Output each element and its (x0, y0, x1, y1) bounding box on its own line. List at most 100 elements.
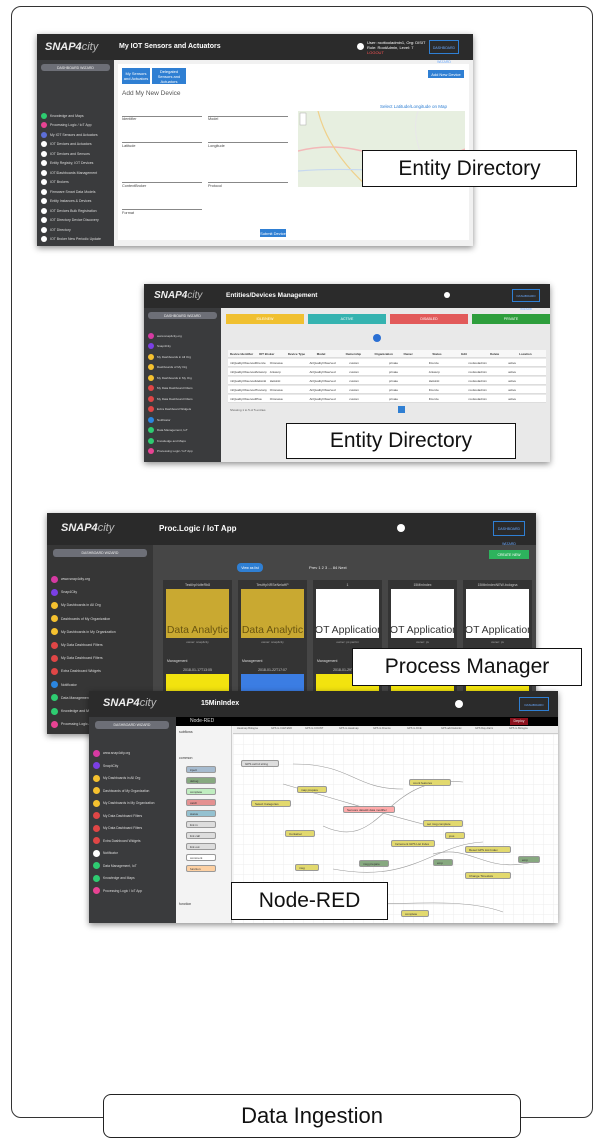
sidebar-item[interactable]: Knowledge and Maps (93, 874, 135, 882)
status-tab[interactable]: IDLE/NEW (226, 314, 304, 324)
column-header[interactable]: Model (315, 352, 344, 356)
flow-node[interactable]: emp (433, 859, 453, 866)
palette-section[interactable]: common (179, 756, 192, 760)
table-row[interactable]: mIQualityObservedPisa Orionwea AirQualityO… (228, 395, 546, 403)
app-card[interactable]: TestIhpNdfeRb8 Data Analytic owner: snap4c… (163, 580, 232, 667)
latitude-field[interactable] (122, 142, 202, 143)
column-header[interactable]: Ownership (344, 352, 373, 356)
sidebar-item[interactable]: Processing Logic / IoT App (148, 448, 193, 455)
flow-tab[interactable]: GPS to Bologna (509, 727, 542, 730)
sidebar-item[interactable]: Entity Registry, IOT Devices (41, 160, 93, 167)
globe-icon[interactable] (373, 334, 381, 342)
view-as-list-button[interactable]: View as list (237, 563, 263, 572)
sidebar-item[interactable]: Snap4City (93, 762, 118, 770)
sidebar-item[interactable]: IOT Devices Bulk Registration (41, 207, 97, 214)
format-select[interactable] (122, 209, 202, 210)
flow-tab[interactable]: GPS to Firenze (373, 727, 406, 730)
flow-node[interactable]: set msg complete (423, 820, 463, 827)
sidebar-item[interactable]: My Dashboards in My Organization (51, 628, 116, 636)
sidebar-item[interactable]: Notificator (93, 849, 118, 857)
sidebar-item[interactable]: IOT Devices and Actuators (41, 141, 92, 148)
column-header[interactable]: Owner (401, 352, 430, 356)
flow-node[interactable]: Sensore dataHit data modifier (343, 806, 395, 813)
flow-tab[interactable]: GPS to DCE (407, 727, 440, 730)
sidebar-dashboard-wizard[interactable]: DASHBOARD WIZARD (95, 721, 169, 729)
column-header[interactable]: Organization (373, 352, 402, 356)
sidebar-item[interactable]: IOT Directory Device Discovery (41, 217, 99, 224)
sidebar-item[interactable]: IOT Directory (41, 226, 71, 233)
flow-node[interactable]: Change Timeslots (465, 872, 511, 879)
palette-node[interactable]: link out (186, 843, 216, 850)
sidebar-item[interactable]: My Data Dashboard Filters (51, 654, 103, 662)
tab-my-sensors[interactable]: My Sensors and Actuators (122, 68, 150, 84)
sidebar-item[interactable]: Snap4City (148, 343, 171, 350)
sidebar-item[interactable]: www.snap4city.org (51, 575, 90, 583)
sidebar-item[interactable]: Data Management, IoT (93, 862, 137, 870)
dashboard-wizard-button[interactable]: DASHBOARD WIZARD (512, 289, 540, 311)
flow-node[interactable]: msg (295, 864, 319, 871)
column-header[interactable]: Device Identifier (228, 352, 257, 356)
app-card[interactable]: TestHpNRSeNelaHP Data Analytic owner: snap… (238, 580, 307, 667)
sidebar-item[interactable]: Snap4City (51, 588, 77, 596)
sidebar-item[interactable]: Dashboards of My Org (148, 364, 187, 371)
flow-tab[interactable]: GPS Day Alarm (475, 727, 508, 730)
flow-node[interactable]: Reset GPS List Index (465, 846, 511, 853)
sidebar-item[interactable]: Dashboards of My Organization (93, 787, 149, 795)
sidebar-item[interactable]: My Dashboards in My Org (148, 374, 192, 381)
pager-current[interactable] (398, 406, 405, 413)
sidebar-item[interactable]: IOT Brokers (41, 179, 69, 186)
flow-tab[interactable]: GPS add Helsinki (441, 727, 474, 730)
palette-node[interactable]: link call (186, 832, 216, 839)
palette-node[interactable]: complete (186, 788, 216, 795)
sidebar-item[interactable]: IOT Devices and Sensors (41, 150, 90, 157)
palette-section[interactable]: subflows (179, 730, 193, 734)
sidebar-item[interactable]: www.snap4city.org (148, 332, 182, 339)
table-row[interactable]: mIQualityObservedTuscany Orionwea AirQuali… (228, 386, 546, 394)
sidebar-item[interactable]: My Dashboards in My Organization (93, 799, 155, 807)
card-management-link[interactable]: Management (242, 659, 303, 663)
status-tab[interactable]: DISABLED (390, 314, 468, 324)
sidebar-item[interactable]: My Dashboards in All Org (148, 353, 191, 360)
sidebar-item[interactable]: My Dashboards in All Org (51, 601, 101, 609)
sidebar-item[interactable]: Processing Logic / IoT App (41, 122, 92, 129)
identifier-field[interactable] (122, 116, 202, 117)
palette-node[interactable]: debug (186, 777, 216, 784)
column-header[interactable]: Delete (488, 352, 517, 356)
flow-node[interactable]: joss (445, 832, 465, 839)
card-management-link[interactable]: Management (167, 659, 228, 663)
create-new-button[interactable]: CREATE NEW (489, 550, 529, 559)
sidebar-dashboard-wizard[interactable]: DASHBOARD WIZARD (53, 549, 147, 557)
palette-section[interactable]: function (179, 902, 191, 906)
flow-node[interactable]: map prepare (297, 786, 327, 793)
palette-node[interactable]: status (186, 810, 216, 817)
sidebar-item[interactable]: Data Management, IoT (148, 427, 188, 434)
flow-tab[interactable]: GPS to CAM END (271, 727, 304, 730)
flow-tab[interactable]: GPS to COUNT (305, 727, 338, 730)
model-field[interactable] (208, 116, 288, 117)
sidebar-item[interactable]: Extra Dashboard Widgets (93, 837, 141, 845)
sidebar-item[interactable]: IOT Broker New Periodic Update (41, 236, 101, 243)
sidebar-item[interactable]: www.snap4city.org (93, 749, 130, 757)
flow-tab[interactable]: Heatmap Bologna (237, 727, 270, 730)
column-header[interactable]: Status (430, 352, 459, 356)
table-row[interactable]: mIQualityObservedFirenze Orionwea AirQuali… (228, 359, 546, 367)
flow-node[interactable]: Container (285, 830, 315, 837)
flow-node[interactable]: msg prepare (359, 860, 389, 867)
sidebar-item[interactable]: My Data Dashboard Filters (148, 385, 193, 392)
sidebar-item[interactable]: IOT/Dashboards Management (41, 169, 97, 176)
sidebar-item[interactable]: My Dashboards in All Org (93, 774, 140, 782)
status-tab[interactable]: PRIVATE (472, 314, 550, 324)
sidebar-item[interactable]: My Data Dashboard Filters (51, 641, 103, 649)
flow-node[interactable]: complete (401, 910, 429, 917)
protocol-select[interactable] (208, 182, 288, 183)
sidebar-item[interactable]: Entity Instances & Devices (41, 198, 91, 205)
sidebar-item[interactable]: Dashboards of My Organization (51, 615, 110, 623)
sidebar-item[interactable]: Extra Dashboard Widgets (51, 667, 101, 675)
table-row[interactable]: mIQualityObservedAntwerp Antwerp AirQualit… (228, 368, 546, 376)
sidebar-item[interactable]: My IOT Sensors and Actuators (41, 131, 98, 138)
flow-tab[interactable]: GPS to Heatmap (339, 727, 372, 730)
column-header[interactable]: Edit (459, 352, 488, 356)
deploy-button[interactable]: Deploy (510, 718, 528, 725)
column-header[interactable]: Location (517, 352, 546, 356)
submit-device-button[interactable]: Submit Device (260, 229, 286, 237)
